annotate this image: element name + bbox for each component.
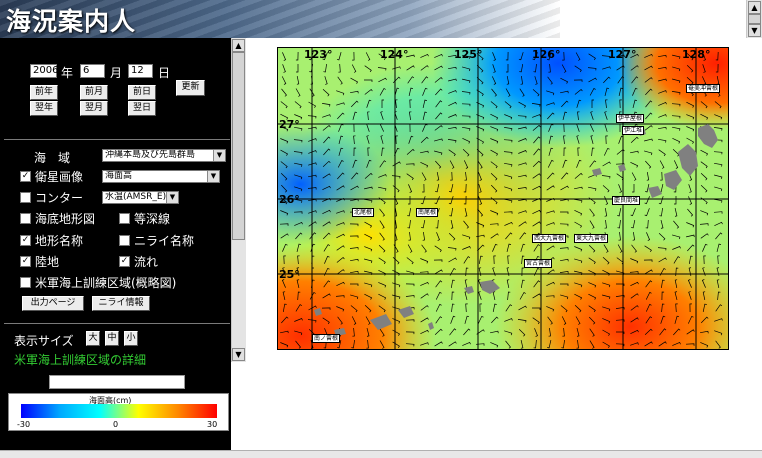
area-select[interactable]: 沖縄本島及び先島群島 ▼ [102, 149, 226, 162]
nirai-label: ニライ名称 [134, 234, 195, 248]
scroll-up-icon[interactable]: ▲ [232, 39, 245, 52]
lon-label: 127° [608, 48, 637, 61]
contour-select[interactable]: 水温(AMSR_E) ▼ [102, 191, 179, 204]
isobath-checkbox[interactable] [119, 213, 130, 224]
display-size-label: 表示サイズ [14, 334, 74, 348]
satellite-select[interactable]: 海面高 ▼ [102, 170, 220, 183]
status-box [49, 375, 185, 389]
month-input[interactable]: 6 [80, 64, 105, 78]
sea-level-map[interactable]: 123° 124° 125° 126° 127° 128° 27° 26° 25… [277, 47, 729, 350]
land-checkbox[interactable]: ✓ [20, 256, 31, 267]
lon-label: 123° [304, 48, 333, 61]
place-label: 南尾根 [416, 208, 439, 217]
lon-label: 124° [380, 48, 409, 61]
usmil-detail-link[interactable]: 米軍海上訓練区域の詳細 [14, 351, 146, 368]
prev-day-button[interactable]: 前日 [128, 85, 156, 100]
scroll-thumb[interactable] [232, 52, 245, 240]
next-year-button[interactable]: 翌年 [30, 101, 58, 116]
size-medium-button[interactable]: 中 [105, 331, 119, 346]
place-label: 南ノ曾根 [312, 334, 341, 343]
color-legend: 海面高(cm) -30 0 30 [8, 393, 229, 431]
usmil-checkbox[interactable] [20, 277, 31, 288]
header-banner: 海況案内人 [0, 0, 746, 38]
lon-label: 125° [454, 48, 483, 61]
satellite-select-value: 海面高 [105, 171, 133, 181]
lat-label: 27° [279, 118, 300, 131]
scroll-down-icon[interactable]: ▼ [748, 24, 761, 37]
header-scrollbar[interactable]: ▲ ▼ [746, 0, 762, 38]
land-label: 陸地 [35, 255, 60, 269]
panel-separator [4, 323, 230, 324]
day-input[interactable]: 12 [128, 64, 153, 78]
day-label: 日 [158, 66, 171, 80]
lat-label: 25° [279, 268, 300, 281]
panel-separator [4, 139, 230, 140]
bathy-label: 海底地形図 [35, 212, 96, 226]
app-title: 海況案内人 [6, 7, 137, 36]
satellite-checkbox[interactable]: ✓ [20, 171, 31, 182]
lon-label: 128° [682, 48, 711, 61]
usmil-label: 米軍海上訓練区域(概略図) [35, 276, 177, 290]
month-label: 月 [110, 66, 123, 80]
place-label: 地形名称 [35, 234, 84, 248]
legend-mid: 0 [113, 420, 119, 429]
lat-label: 26° [279, 193, 300, 206]
legend-min: -30 [17, 420, 31, 429]
flow-checkbox[interactable]: ✓ [119, 256, 130, 267]
scroll-up-icon[interactable]: ▲ [748, 1, 761, 14]
scroll-down-icon[interactable]: ▼ [232, 348, 245, 361]
chevron-down-icon[interactable]: ▼ [213, 150, 225, 161]
lon-label: 126° [532, 48, 561, 61]
place-label: 奄美冲曾根 [686, 84, 721, 93]
isobath-label: 等深線 [134, 212, 171, 226]
nirai-info-button[interactable]: ニライ情報 [92, 296, 150, 311]
panel-scrollbar[interactable]: ▲ ▼ [231, 38, 246, 362]
next-month-button[interactable]: 翌月 [80, 101, 108, 116]
size-large-button[interactable]: 大 [86, 331, 100, 346]
chevron-down-icon[interactable]: ▼ [207, 171, 219, 182]
place-label: 宮古曾根 [524, 259, 553, 268]
year-input[interactable]: 2006 [30, 64, 58, 78]
chevron-down-icon[interactable]: ▼ [166, 192, 178, 203]
place-label: 慶良間堆 [612, 196, 641, 205]
size-small-button[interactable]: 小 [124, 331, 138, 346]
output-page-button[interactable]: 出力ページ [22, 296, 84, 311]
contour-select-value: 水温(AMSR_E) [105, 192, 167, 202]
place-label: 西大九曾根 [532, 234, 567, 243]
prev-year-button[interactable]: 前年 [30, 85, 58, 100]
scroll-thumb[interactable] [748, 14, 761, 24]
place-label: 北尾根 [352, 208, 375, 217]
place-label: 東大九曾根 [574, 234, 609, 243]
satellite-label: 衛星画像 [35, 170, 84, 184]
area-select-value: 沖縄本島及び先島群島 [105, 150, 196, 160]
flow-label: 流れ [134, 255, 159, 269]
nirai-checkbox[interactable] [119, 235, 130, 246]
update-button[interactable]: 更新 [176, 80, 205, 96]
year-label: 年 [61, 66, 74, 80]
next-day-button[interactable]: 翌日 [128, 101, 156, 116]
prev-month-button[interactable]: 前月 [80, 85, 108, 100]
place-label: 伊平屋根 [616, 114, 645, 123]
place-label: 伊江堆 [622, 126, 645, 135]
legend-color-bar [21, 404, 217, 418]
place-checkbox[interactable]: ✓ [20, 235, 31, 246]
bathy-checkbox[interactable] [20, 213, 31, 224]
legend-max: 30 [207, 420, 218, 429]
area-label: 海 域 [34, 151, 71, 165]
contour-checkbox[interactable] [20, 192, 31, 203]
map-canvas [278, 48, 728, 349]
contour-label: コンター [35, 191, 84, 205]
